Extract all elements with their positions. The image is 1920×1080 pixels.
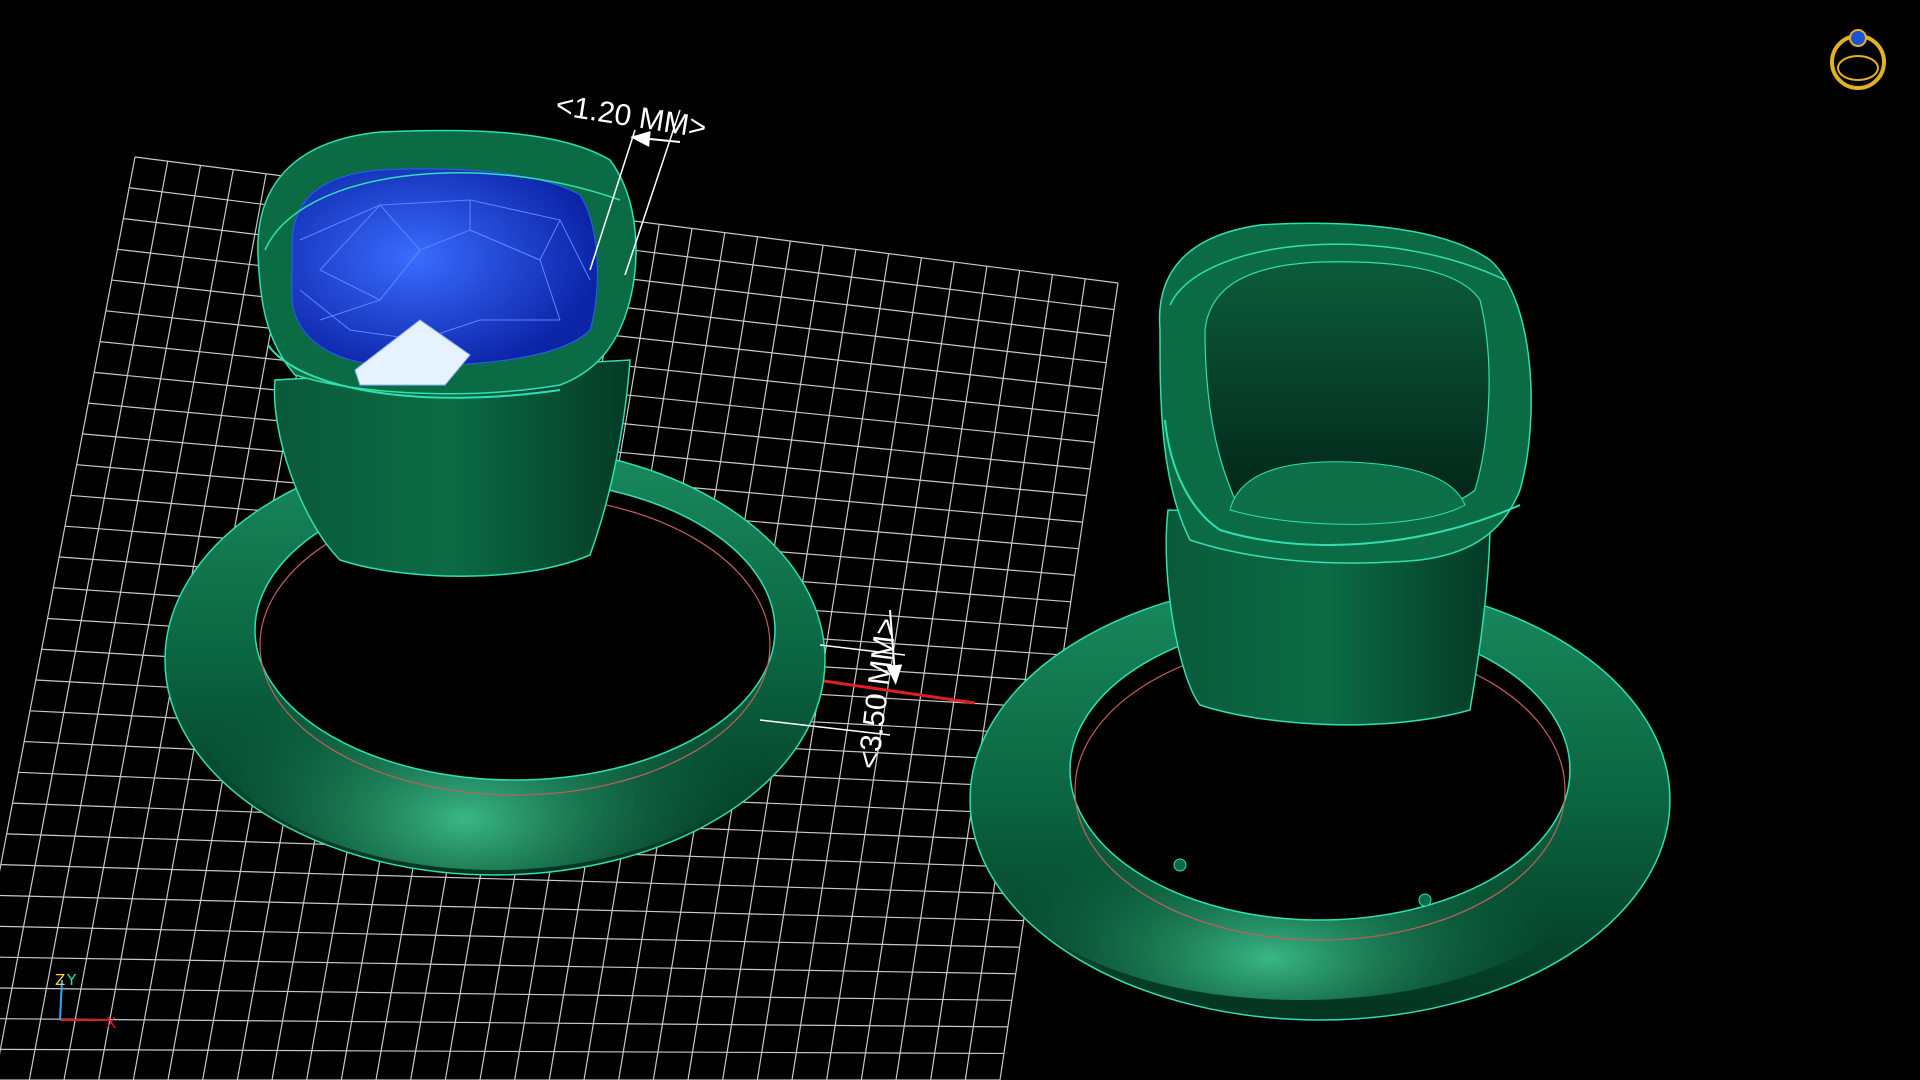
sizing-bead[interactable] bbox=[1173, 858, 1187, 872]
axis-z-label: Z bbox=[55, 971, 65, 989]
grid-line bbox=[0, 894, 1024, 922]
ring-logo-icon[interactable] bbox=[1830, 29, 1886, 90]
grid-line bbox=[895, 270, 1021, 1080]
dimension-label-1-20: <1.20 MM> bbox=[554, 89, 709, 145]
sizing-bead[interactable] bbox=[1418, 893, 1432, 907]
dimension-label-3-50: <3.50 MM> bbox=[852, 616, 903, 771]
grid-line bbox=[0, 987, 1012, 1001]
axis-x-label: X bbox=[106, 1014, 116, 1032]
grid-line bbox=[0, 1018, 1008, 1028]
ring-with-gem[interactable] bbox=[164, 129, 826, 876]
axis-triad: Z Y X bbox=[55, 971, 116, 1032]
gemstone[interactable] bbox=[291, 168, 598, 367]
grid-line bbox=[0, 956, 1016, 975]
ring-empty-setting[interactable] bbox=[969, 222, 1671, 1021]
cad-3d-viewport[interactable]: <1.20 MM> <3.50 MM> Z Y X bbox=[0, 0, 1920, 1080]
axis-y-label: Y bbox=[66, 971, 77, 989]
grid-line bbox=[0, 925, 1020, 948]
grid-line bbox=[0, 1048, 1004, 1055]
